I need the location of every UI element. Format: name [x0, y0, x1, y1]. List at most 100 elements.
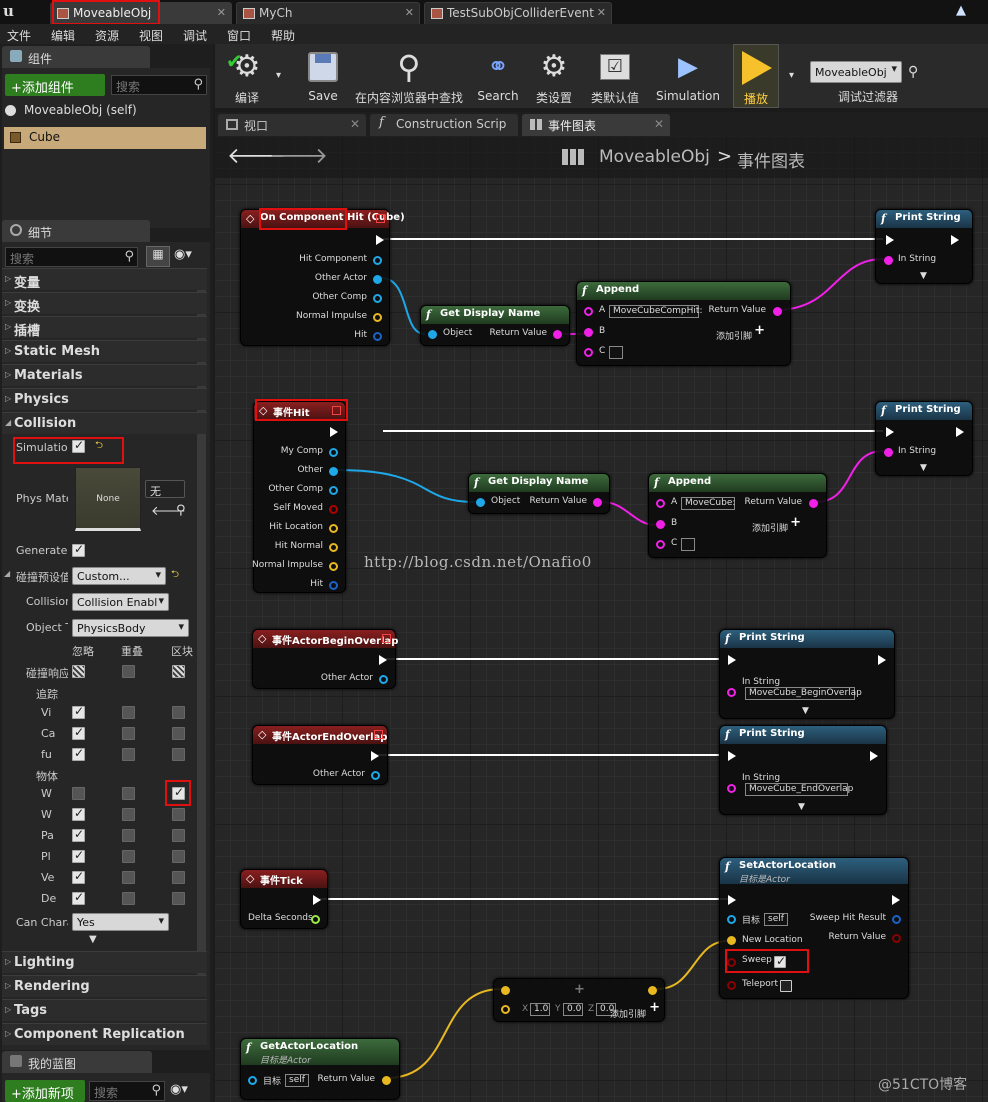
trace-visibility-block[interactable]: [172, 706, 185, 719]
reset-arrow-icon[interactable]: ⮌: [171, 567, 179, 584]
eye-visibility-icon[interactable]: ◉▾: [174, 247, 192, 262]
search-button[interactable]: ⚭ Search: [473, 44, 523, 108]
simulation-button[interactable]: ▶ Simulation: [651, 44, 725, 108]
response-overlap-all[interactable]: [122, 665, 135, 678]
new-location-pin[interactable]: [727, 936, 736, 945]
return-value-pin[interactable]: [892, 934, 901, 943]
b-pin[interactable]: [656, 520, 665, 529]
can-character-combo[interactable]: Yes: [72, 913, 169, 931]
obj-physics-block[interactable]: [172, 850, 185, 863]
print-string-node-3[interactable]: f Print String In String MoveCube_BeginOv…: [719, 629, 895, 719]
b-pin[interactable]: [584, 328, 593, 337]
components-tab[interactable]: 组件: [2, 46, 150, 68]
expand-arrow-icon[interactable]: ▼: [798, 802, 805, 812]
add-pin-icon[interactable]: +: [754, 323, 765, 338]
category-transform[interactable]: ▷ 变换: [2, 292, 207, 315]
obj-vehicle-ignore[interactable]: [72, 869, 85, 884]
close-icon[interactable]: ✕: [350, 117, 360, 131]
close-icon[interactable]: ✕: [217, 6, 226, 19]
a-pin[interactable]: [656, 499, 665, 508]
expand-arrow-icon[interactable]: ▼: [802, 706, 809, 716]
in-string-pin[interactable]: [727, 688, 736, 697]
compile-button[interactable]: ⚙ ✔ 编译: [221, 44, 273, 108]
event-tick-node[interactable]: ◇ 事件Tick Delta Seconds: [240, 869, 328, 929]
response-ignore-all[interactable]: [72, 665, 85, 678]
expand-arrow-icon[interactable]: ▼: [920, 463, 927, 473]
event-graph-canvas[interactable]: 🡐 🡒 MoveableObj > 事件图表 ◇ On Component Hit…: [215, 136, 988, 1102]
other-actor-pin[interactable]: [379, 675, 388, 684]
add-new-button[interactable]: +添加新项: [5, 1080, 85, 1102]
unreal-logo-icon[interactable]: u: [3, 2, 21, 22]
add-pin-icon[interactable]: +: [649, 1000, 660, 1015]
tab-moveableobj[interactable]: MoveableObj ✕: [50, 2, 232, 24]
trace-visibility-ignore[interactable]: [72, 704, 85, 719]
menu-asset[interactable]: 资源: [95, 27, 119, 44]
obj-physics-overlap[interactable]: [122, 850, 135, 863]
trace-fu-overlap[interactable]: [122, 748, 135, 761]
other-pin[interactable]: [329, 467, 338, 476]
exec-in-pin[interactable]: [728, 655, 736, 665]
my-blueprint-tab[interactable]: 我的蓝图: [2, 1051, 152, 1073]
exec-out-pin[interactable]: [951, 235, 964, 245]
print-string-node-4[interactable]: f Print String In String MoveCube_EndOver…: [719, 725, 887, 815]
obj-w2-ignore[interactable]: [72, 806, 85, 821]
actor-end-overlap-node[interactable]: ◇ 事件ActorEndOverlap Other Actor: [252, 725, 388, 785]
hit-component-pin[interactable]: [373, 256, 382, 265]
hit-location-pin[interactable]: [329, 524, 338, 533]
exec-out-pin[interactable]: [870, 751, 878, 761]
in-string-pin[interactable]: [727, 784, 736, 793]
c-pin[interactable]: [656, 540, 665, 549]
response-block-all[interactable]: [172, 665, 185, 678]
details-tab[interactable]: 细节: [2, 220, 150, 242]
preset-combo[interactable]: Custom...: [72, 567, 166, 585]
get-display-name-node-2[interactable]: f Get Display Name Object Return Value: [468, 473, 610, 514]
x-input[interactable]: 1.0: [530, 1003, 550, 1016]
other-comp-pin[interactable]: [329, 486, 338, 495]
object-in-pin[interactable]: [428, 330, 437, 339]
obj-pawn-ignore[interactable]: [72, 827, 85, 842]
reset-arrow-icon[interactable]: ⮌: [95, 438, 103, 455]
category-sockets[interactable]: ▷ 插槽: [2, 316, 207, 339]
category-component-replication[interactable]: ▷ Component Replication: [2, 1023, 207, 1045]
category-physics[interactable]: ▷ Physics: [2, 388, 207, 410]
exec-out-pin[interactable]: [878, 655, 886, 665]
exec-in-pin[interactable]: [886, 427, 894, 437]
close-icon[interactable]: ✕: [405, 6, 414, 19]
object-in-pin[interactable]: [476, 498, 485, 507]
obj-pawn-block[interactable]: [172, 829, 185, 842]
category-variables[interactable]: ▷ 变量: [2, 268, 207, 291]
add-pin-label[interactable]: 添加引脚: [610, 1007, 646, 1020]
details-search-input[interactable]: 搜索 ⚲: [5, 247, 138, 267]
add-component-button[interactable]: +添加组件: [5, 74, 105, 96]
y-input[interactable]: 0.0: [563, 1003, 583, 1016]
trace-camera-block[interactable]: [172, 727, 185, 740]
c-input[interactable]: [681, 538, 695, 551]
self-moved-pin[interactable]: [329, 505, 338, 514]
exec-out-pin[interactable]: [376, 235, 384, 245]
hit-normal-pin[interactable]: [329, 543, 338, 552]
target-pin[interactable]: [248, 1076, 257, 1085]
return-value-pin[interactable]: [593, 498, 602, 507]
exec-in-pin[interactable]: [728, 895, 736, 905]
close-icon[interactable]: ✕: [654, 117, 664, 131]
tab-mych[interactable]: MyCh ✕: [236, 2, 420, 24]
cube-component-item[interactable]: Cube: [4, 127, 206, 149]
hit-result-pin[interactable]: [373, 332, 382, 341]
play-options-arrow-icon[interactable]: ▾: [789, 70, 794, 81]
vector-b-pin[interactable]: [501, 1005, 510, 1014]
object-type-combo[interactable]: PhysicsBody: [72, 619, 189, 637]
add-pin-label[interactable]: 添加引脚: [716, 329, 752, 342]
help-hat-icon[interactable]: ▲: [956, 3, 966, 18]
exec-out-pin[interactable]: [956, 427, 964, 437]
sweep-hit-result-pin[interactable]: [892, 915, 901, 924]
menu-view[interactable]: 视图: [139, 27, 163, 44]
other-actor-pin[interactable]: [371, 771, 380, 780]
exec-out-pin[interactable]: [313, 895, 321, 905]
obj-vehicle-overlap[interactable]: [122, 871, 135, 884]
obj-destructible-overlap[interactable]: [122, 892, 135, 905]
category-lighting[interactable]: ▷ Lighting: [2, 951, 207, 973]
return-value-pin[interactable]: [773, 307, 782, 316]
obj-destructible-block[interactable]: [172, 892, 185, 905]
debug-filter-search-icon[interactable]: ⚲: [908, 64, 918, 80]
get-actor-location-node[interactable]: f GetActorLocation 目标是Actor 目标 self Return…: [240, 1038, 400, 1100]
